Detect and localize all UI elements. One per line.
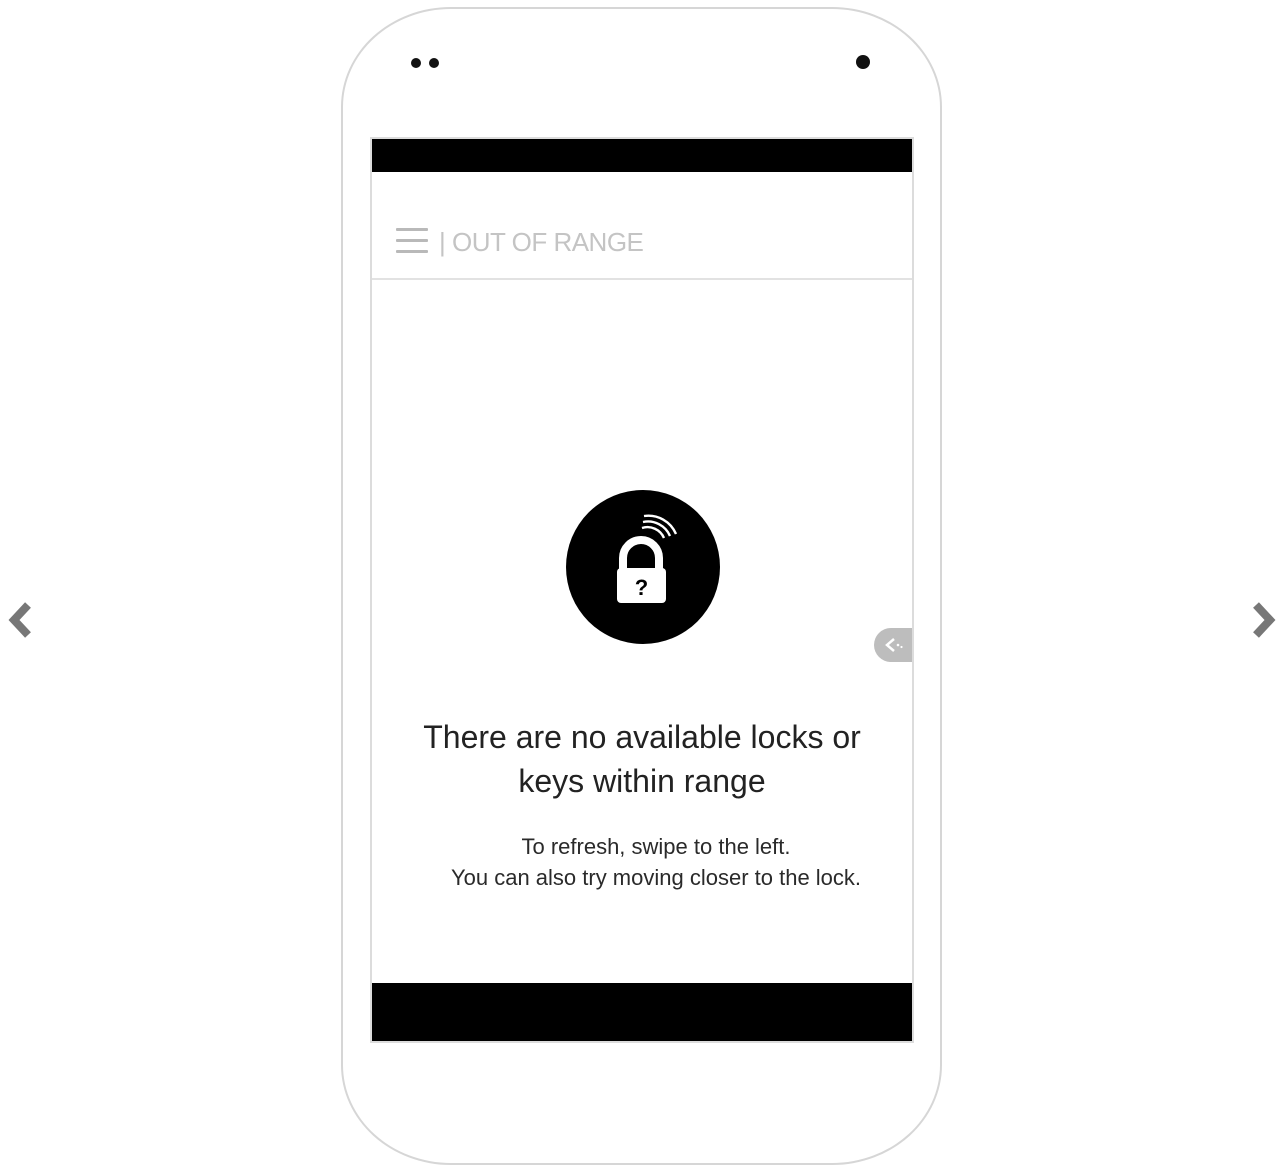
speaker-dot: [411, 58, 421, 68]
navigation-bar: [372, 983, 912, 1041]
page-title: | OUT OF RANGE: [439, 227, 644, 257]
mockup-page: | OUT OF RANGE ? There are no available …: [0, 0, 1284, 1168]
chevron-right-icon: [1253, 602, 1276, 638]
empty-state-hint-move-closer: You can also try moving closer to the lo…: [450, 865, 862, 890]
app-bar: | OUT OF RANGE: [372, 172, 912, 280]
empty-state-hint-refresh: To refresh, swipe to the left.: [521, 834, 791, 859]
svg-text:?: ?: [635, 575, 648, 600]
lock-status-badge: ?: [566, 490, 720, 644]
speaker-dot: [429, 58, 439, 68]
refresh-swipe-tab[interactable]: [874, 628, 912, 662]
empty-state-headline: There are no available locks or keys wit…: [423, 719, 861, 799]
hamburger-menu-icon[interactable]: [396, 226, 430, 256]
lock-question-signal-icon: ?: [617, 514, 678, 603]
status-bar: [372, 139, 912, 172]
phone-screen: | OUT OF RANGE ? There are no available …: [370, 137, 914, 1043]
camera-dot: [856, 55, 870, 69]
carousel-next-button[interactable]: [1244, 600, 1284, 640]
swipe-left-chevron-icon: [885, 638, 903, 652]
chevron-left-icon: [8, 602, 31, 638]
carousel-prev-button[interactable]: [0, 600, 40, 640]
